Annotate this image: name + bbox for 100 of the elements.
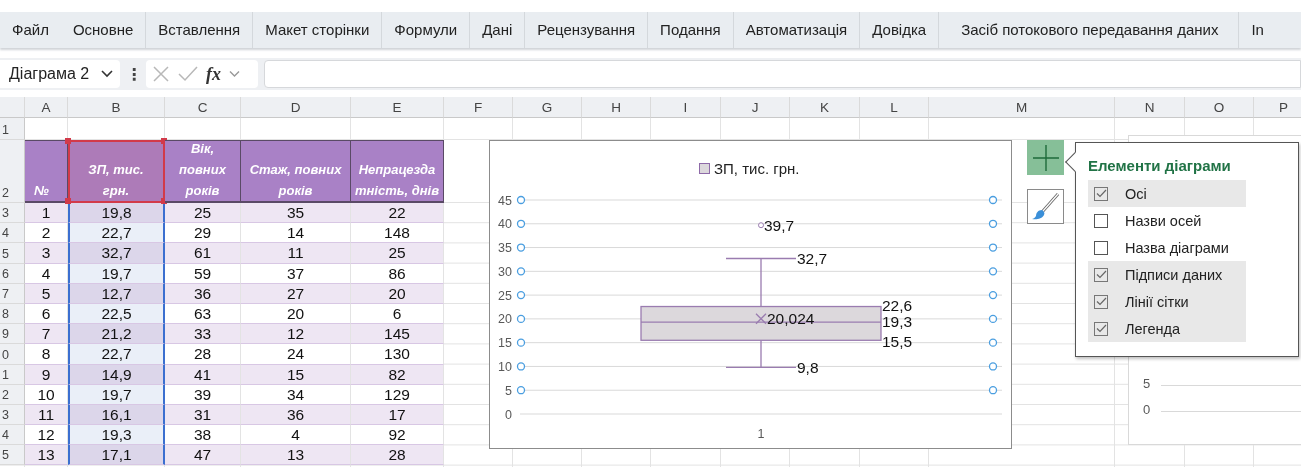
- table-cell: 16,1: [68, 404, 165, 426]
- row-header[interactable]: 3: [0, 203, 25, 224]
- checkbox[interactable]: [1094, 294, 1108, 309]
- row-header[interactable]: 2: [0, 384, 25, 405]
- table-cell: 22,7: [68, 344, 165, 365]
- whisker[interactable]: [725, 257, 797, 308]
- selection-handle[interactable]: [988, 338, 998, 347]
- ribbon-tab[interactable]: Подання: [648, 12, 734, 48]
- formula-input[interactable]: [264, 60, 1301, 88]
- axis-label: 0: [1143, 402, 1151, 417]
- outlier-point[interactable]: [758, 222, 764, 229]
- selection-handle[interactable]: [988, 362, 998, 371]
- data-label: 32,7: [797, 250, 828, 268]
- ribbon-tab[interactable]: Основне: [60, 12, 147, 48]
- row-header[interactable]: 6: [0, 263, 25, 284]
- ribbon-tab[interactable]: Рецензування: [525, 12, 649, 48]
- column-header[interactable]: P: [1254, 97, 1301, 118]
- checkbox[interactable]: [1094, 186, 1108, 201]
- axis-label: 35: [498, 241, 512, 256]
- selection-handle[interactable]: [516, 243, 526, 252]
- selection-handle[interactable]: [988, 267, 998, 276]
- column-header[interactable]: F: [444, 97, 513, 118]
- row-header[interactable]: 7: [0, 283, 25, 304]
- row-header[interactable]: 5: [0, 243, 25, 264]
- selection-handle[interactable]: [516, 314, 526, 324]
- selection-handle[interactable]: [516, 219, 526, 228]
- chart-styles-button[interactable]: [1027, 189, 1064, 224]
- select-all-corner[interactable]: [0, 97, 25, 118]
- selection-handle[interactable]: [988, 386, 998, 395]
- row-header[interactable]: 8: [0, 303, 25, 325]
- row-header[interactable]: 3: [0, 404, 25, 426]
- ribbon-tab[interactable]: Макет сторінки: [253, 12, 383, 48]
- column-header[interactable]: L: [860, 97, 929, 118]
- row-header[interactable]: 5: [0, 445, 25, 466]
- menu-item[interactable]: Легенда: [1088, 315, 1246, 342]
- table-cell: 11: [25, 404, 68, 426]
- column-header[interactable]: D: [241, 97, 351, 118]
- checkbox[interactable]: [1094, 321, 1108, 336]
- column-header[interactable]: J: [721, 97, 790, 118]
- row-header[interactable]: 1: [0, 118, 25, 140]
- selection-handle[interactable]: [516, 386, 526, 395]
- box-plot-box[interactable]: [640, 305, 882, 341]
- row-header[interactable]: 0: [0, 344, 25, 365]
- column-header[interactable]: G: [513, 97, 582, 118]
- ribbon-tab[interactable]: Дані: [470, 12, 526, 48]
- column-header[interactable]: K: [790, 97, 860, 118]
- row-header[interactable]: 4: [0, 425, 25, 446]
- more-icon[interactable]: ⋮: [126, 64, 140, 84]
- menu-item[interactable]: Назва діаграми: [1088, 234, 1246, 261]
- selection-handle[interactable]: [988, 195, 998, 205]
- column-header[interactable]: E: [351, 97, 444, 118]
- checkbox[interactable]: [1094, 240, 1108, 255]
- menu-item[interactable]: Назви осей: [1088, 207, 1246, 234]
- checkbox[interactable]: [1094, 213, 1108, 228]
- check-icon[interactable]: [178, 66, 198, 82]
- column-header[interactable]: I: [651, 97, 721, 118]
- menu-item[interactable]: Лінії сітки: [1088, 288, 1246, 315]
- selection-handle[interactable]: [988, 219, 998, 228]
- table-cell: 17,1: [68, 445, 165, 466]
- row-header[interactable]: 2: [0, 140, 25, 203]
- ribbon-tab[interactable]: In: [1239, 12, 1276, 48]
- column-header[interactable]: B: [68, 97, 165, 118]
- menu-item[interactable]: Осі: [1088, 180, 1246, 207]
- selection-handle[interactable]: [516, 267, 526, 276]
- insert-function-button[interactable]: fx: [206, 63, 221, 85]
- ribbon-tab[interactable]: Автоматизація: [733, 12, 861, 48]
- table-cell: 12: [25, 425, 68, 446]
- column-header[interactable]: O: [1185, 97, 1254, 118]
- selection-handle[interactable]: [516, 362, 526, 371]
- table-cell: 145: [351, 324, 444, 345]
- axis-label: 5: [505, 383, 512, 398]
- ribbon-tab[interactable]: Формули: [382, 12, 471, 48]
- row-header[interactable]: 4: [0, 223, 25, 244]
- ribbon-tab[interactable]: Файл: [0, 12, 61, 48]
- selection-handle[interactable]: [516, 290, 526, 300]
- selection-handle[interactable]: [516, 195, 526, 205]
- row-header[interactable]: 9: [0, 324, 25, 345]
- column-header[interactable]: N: [1115, 97, 1185, 118]
- caret-icon[interactable]: [229, 70, 240, 78]
- chart-elements-button[interactable]: [1027, 140, 1064, 175]
- whisker[interactable]: [725, 339, 797, 369]
- selection-handle[interactable]: [988, 314, 998, 324]
- ribbon-tab[interactable]: Довідка: [860, 12, 940, 48]
- column-header[interactable]: A: [25, 97, 68, 118]
- checkbox[interactable]: [1094, 267, 1108, 282]
- table-cell: 15: [241, 364, 351, 385]
- data-point[interactable]: [755, 313, 767, 325]
- chart-area[interactable]: ЗП, тис. грн. 0 5 10 15 20 25 30 35 40 45 1 39,7 32,7 20,024 22,6 19,3 15,5 9,8: [489, 140, 1012, 449]
- column-header[interactable]: M: [929, 97, 1115, 118]
- selection-handle[interactable]: [988, 290, 998, 300]
- column-header[interactable]: C: [165, 97, 241, 118]
- ribbon-tab[interactable]: Вставлення: [146, 12, 254, 48]
- column-header[interactable]: H: [582, 97, 651, 118]
- selection-handle[interactable]: [516, 338, 526, 347]
- cancel-icon[interactable]: [152, 65, 170, 83]
- selection-handle[interactable]: [988, 243, 998, 252]
- ribbon-tab[interactable]: Засіб потокового передавання даних: [939, 12, 1240, 48]
- menu-item[interactable]: Підписи даних: [1088, 261, 1246, 288]
- row-header[interactable]: 1: [0, 364, 25, 385]
- name-box[interactable]: Діаграма 2: [0, 60, 120, 88]
